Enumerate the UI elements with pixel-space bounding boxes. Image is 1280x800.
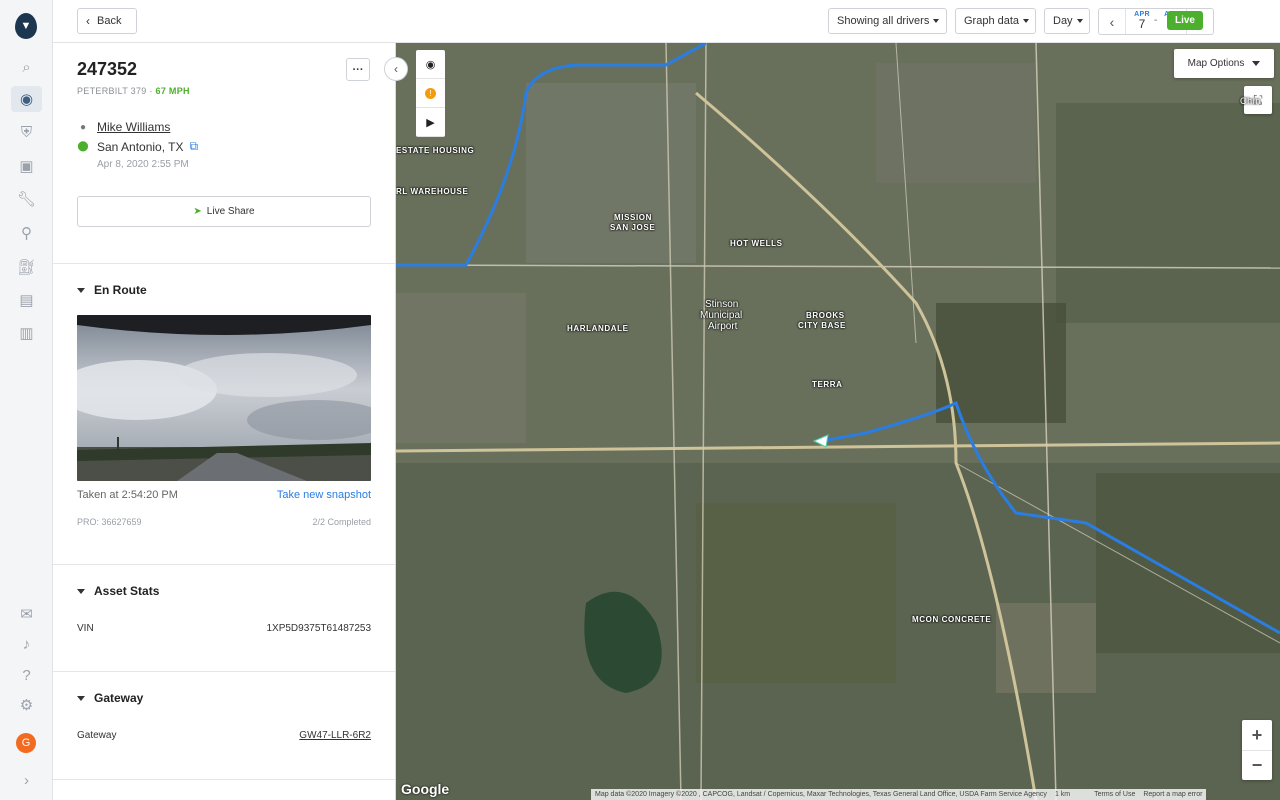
map-label-municipal: Municipal [700, 310, 743, 321]
map-label-harlandale: HARLANDALE [567, 324, 629, 333]
date-start: APR 7 [1134, 11, 1150, 31]
map-label-san-jose: SAN JOSE [610, 223, 656, 232]
speed-value: 67 MPH [155, 86, 190, 96]
caret-down-icon [1076, 19, 1083, 23]
map-label-terra: TERRA [812, 380, 843, 389]
chevron-left-icon: ‹ [86, 14, 90, 28]
snapshot-meta-row: Taken at 2:54:20 PM Take new snapshot [77, 489, 371, 501]
expand-nav-icon[interactable]: › [11, 767, 42, 793]
map-label-mission: MISSION [614, 213, 652, 222]
pro-row: PRO: 36627659 2/2 Completed [77, 517, 371, 527]
alert-button[interactable]: ! [416, 79, 445, 108]
document-icon[interactable]: ▤ [11, 287, 42, 313]
zoom-in-button[interactable]: + [1242, 720, 1272, 750]
wrench-icon[interactable]: 🔧︎ [11, 186, 42, 212]
collapse-triangle-icon [77, 588, 85, 594]
vehicle-subtitle: PETERBILT 379 · 67 MPH [77, 86, 190, 96]
live-share-button[interactable]: ➤ Live Share [77, 196, 371, 227]
report-map-error-link[interactable]: Report a map error [1143, 791, 1202, 798]
collapse-panel-button[interactable]: ‹ [384, 57, 408, 81]
vehicle-id: 247352 [77, 59, 138, 79]
asset-stats-section: Asset Stats VIN 1XP5D9375T61487253 [53, 564, 395, 671]
graph-data-dropdown[interactable]: Graph data [955, 8, 1036, 34]
routes-icon[interactable]: ⚲ [11, 220, 42, 246]
avatar[interactable]: G [16, 733, 36, 753]
fleet-icon[interactable]: ◉ [11, 86, 42, 112]
snapshot-image [77, 315, 371, 481]
logo[interactable]: ▼ [15, 13, 37, 39]
map-label-city-base: CITY BASE [798, 321, 846, 330]
map-label-stinson: Stinson [705, 299, 739, 310]
live-button[interactable]: Live [1167, 11, 1203, 30]
top-bar: ‹ Back Showing all drivers Graph data Da… [53, 0, 1280, 43]
collapse-triangle-icon [77, 287, 85, 293]
satellite-map [396, 43, 1280, 800]
nav-rail: ▼ ⌕ ◉ ⛨ ▣ 🔧︎ ⚲ ⛽︎ ▤ ▥ ✉ ♪ ? ⚙ G › [0, 0, 53, 800]
map-attribution: Map data ©2020 Imagery ©2020 , CAPCOG, L… [591, 789, 1207, 800]
search-icon[interactable]: ⌕ [11, 54, 42, 80]
gateway-section: Gateway Gateway GW47-LLR-6R2 [53, 671, 395, 779]
location-row: ⬤ San Antonio, TX ⧉ [77, 139, 198, 154]
caret-down-icon [1023, 19, 1030, 23]
zoom-controls: + − [1242, 720, 1272, 780]
driver-row: ● Mike Williams [77, 120, 170, 134]
vin-value: 1XP5D9375T61487253 [266, 623, 371, 634]
gateway-row: Gateway GW47-LLR-6R2 [77, 730, 371, 741]
recenter-button[interactable]: ◉ [416, 50, 445, 79]
gear-icon[interactable]: ⚙ [11, 692, 42, 718]
vin-row: VIN 1XP5D9375T61487253 [77, 623, 371, 634]
terms-link[interactable]: Terms of Use [1094, 791, 1135, 798]
map-label-mcon-concrete: MCON CONCRETE [912, 615, 992, 624]
bell-icon[interactable]: ♪ [11, 631, 42, 657]
send-icon: ➤ [193, 206, 202, 217]
caret-down-icon [1252, 61, 1261, 66]
completed-count: 2/2 Completed [312, 517, 371, 527]
driver-link[interactable]: Mike Williams [97, 120, 170, 134]
zoom-out-button[interactable]: − [1242, 750, 1272, 780]
map-view[interactable]: ◉ ! ▶ Map Options ⛶ MISSION SAN JOSE HOT… [396, 43, 1280, 800]
map-label-airport: Airport [708, 321, 738, 332]
map-scale: 1 km [1054, 791, 1071, 798]
chat-icon[interactable]: ✉ [11, 601, 42, 627]
collapse-triangle-icon [77, 695, 85, 701]
map-label-chin: Chin [1240, 96, 1261, 106]
en-route-header[interactable]: En Route [77, 283, 147, 297]
person-icon: ● [79, 121, 87, 133]
vehicle-detail-panel: 247352 PETERBILT 379 · 67 MPH ··· ● Mike… [53, 43, 396, 800]
map-options-dropdown[interactable]: Map Options [1174, 49, 1274, 78]
pro-number: PRO: 36627659 [77, 517, 142, 527]
map-label-estate-housing: ESTATE HOUSING [396, 146, 475, 155]
drivers-filter-dropdown[interactable]: Showing all drivers [828, 8, 947, 34]
prev-date-button[interactable]: ‹ [1099, 9, 1125, 34]
location-pin-icon: ⬤ [77, 141, 89, 152]
map-label-warehouse: RL WAREHOUSE [396, 187, 469, 196]
clipboard-icon[interactable]: ▣ [11, 153, 42, 179]
back-button[interactable]: ‹ Back [77, 8, 137, 34]
reports-icon[interactable]: ▥ [11, 320, 42, 346]
snapshot-time: Taken at 2:54:20 PM [77, 489, 178, 501]
dashcam-snapshot[interactable] [77, 315, 371, 481]
gateway-header[interactable]: Gateway [77, 691, 143, 705]
shield-icon[interactable]: ⛨ [11, 119, 42, 145]
gateway-link[interactable]: GW47-LLR-6R2 [299, 730, 371, 741]
google-logo: Google [401, 781, 450, 797]
caret-down-icon [933, 19, 940, 23]
asset-stats-header[interactable]: Asset Stats [77, 584, 159, 598]
location-timestamp: Apr 8, 2020 2:55 PM [97, 159, 189, 170]
more-options-button[interactable]: ··· [346, 58, 370, 81]
location-text: San Antonio, TX [97, 139, 184, 154]
range-dropdown[interactable]: Day [1044, 8, 1090, 34]
map-label-hot-wells: HOT WELLS [730, 239, 783, 248]
play-button[interactable]: ▶ [416, 108, 445, 137]
fuel-icon[interactable]: ⛽︎ [11, 254, 42, 280]
map-label-brooks: BROOKS [806, 311, 845, 320]
external-link-icon[interactable]: ⧉ [190, 139, 199, 154]
take-snapshot-link[interactable]: Take new snapshot [277, 489, 371, 501]
warning-icon: ! [425, 87, 436, 99]
help-icon[interactable]: ? [11, 662, 42, 688]
